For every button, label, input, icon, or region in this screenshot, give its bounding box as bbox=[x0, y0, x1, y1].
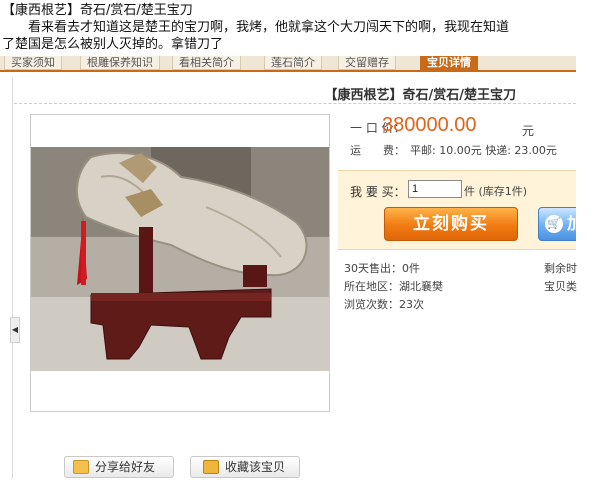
tab-buyer-notice[interactable]: 买家须知 bbox=[4, 56, 62, 70]
favorite-label: 收藏该宝贝 bbox=[225, 460, 286, 474]
purchase-box: 我 要 买： 1 件 (库存1件) 立刻购买 🛒 加 bbox=[338, 170, 576, 250]
stat-row: 浏览次数：23次 bbox=[344, 296, 576, 314]
currency-label: 元 bbox=[522, 124, 535, 138]
favorite-item-button[interactable]: 收藏该宝贝 bbox=[190, 456, 300, 478]
product-title-bar: 【康西根艺】奇石/赏石/楚王宝刀 bbox=[14, 82, 576, 104]
triangle-left-icon[interactable]: ◀ bbox=[10, 317, 20, 343]
post-title: 【康西根艺】奇石/赏石/楚王宝刀 bbox=[2, 3, 193, 18]
shipping-value: 平邮: 10.00元 快递: 23.00元 bbox=[410, 144, 557, 157]
detail-tabbar: 买家须知 根雕保养知识 看相关简介 莲石简介 交留赠存 宝贝详情 bbox=[0, 56, 576, 72]
item-stats: 30天售出：0件 剩余时 所在地区：湖北襄樊 宝贝类 浏览次数：23次 bbox=[344, 260, 577, 314]
post-line: 了楚国是怎么被别人灭掉的。拿错刀了 bbox=[2, 37, 224, 52]
location: 所在地区：湖北襄樊 bbox=[344, 280, 443, 293]
favorite-icon bbox=[203, 460, 219, 474]
share-to-friend-button[interactable]: 分享给好友 bbox=[64, 456, 174, 478]
share-label: 分享给好友 bbox=[95, 460, 156, 474]
stone-sculpture-image bbox=[31, 147, 329, 371]
left-rail bbox=[12, 78, 13, 478]
price-value: 380000.00 bbox=[382, 114, 477, 136]
share-icon bbox=[73, 460, 89, 474]
view-count: 浏览次数：23次 bbox=[344, 298, 424, 311]
price-area: 一 口 价： 380000.00 元 运 费： 平邮: 10.00元 快递: 2… bbox=[338, 114, 576, 166]
quantity-input[interactable]: 1 bbox=[408, 180, 462, 198]
remaining-time: 剩余时 bbox=[544, 262, 577, 275]
product-photo[interactable] bbox=[31, 147, 329, 371]
tab-stone-intro[interactable]: 莲石简介 bbox=[264, 56, 322, 70]
tab-care-knowledge[interactable]: 根雕保养知识 bbox=[80, 56, 160, 70]
add-to-cart-button[interactable]: 🛒 加 bbox=[538, 207, 576, 241]
shipping-label: 运 费： bbox=[350, 144, 405, 157]
post-text: 【康西根艺】奇石/赏石/楚王宝刀 看来看去才知道这是楚王的宝刀啊，我烤，他就拿这… bbox=[2, 2, 602, 53]
cart-icon: 🛒 bbox=[545, 215, 563, 233]
quantity-stock-label: 件 (库存1件) bbox=[464, 185, 528, 198]
stat-row: 所在地区：湖北襄樊 宝贝类 bbox=[344, 278, 577, 296]
quantity-label: 我 要 买： bbox=[350, 185, 406, 199]
stat-row: 30天售出：0件 剩余时 bbox=[344, 260, 577, 278]
sold-30d: 30天售出：0件 bbox=[344, 262, 420, 275]
tab-related-intro[interactable]: 看相关简介 bbox=[172, 56, 241, 70]
item-category: 宝贝类 bbox=[544, 280, 577, 293]
tab-messages[interactable]: 交留赠存 bbox=[338, 56, 396, 70]
buy-now-button[interactable]: 立刻购买 bbox=[384, 207, 518, 241]
product-photo-frame bbox=[30, 114, 330, 412]
post-line: 看来看去才知道这是楚王的宝刀啊，我烤，他就拿这个大刀闯天下的啊，我现在知道 bbox=[28, 20, 510, 35]
product-title: 【康西根艺】奇石/赏石/楚王宝刀 bbox=[324, 88, 517, 103]
tab-item-details[interactable]: 宝贝详情 bbox=[420, 56, 478, 70]
add-to-cart-label: 加 bbox=[567, 214, 576, 233]
